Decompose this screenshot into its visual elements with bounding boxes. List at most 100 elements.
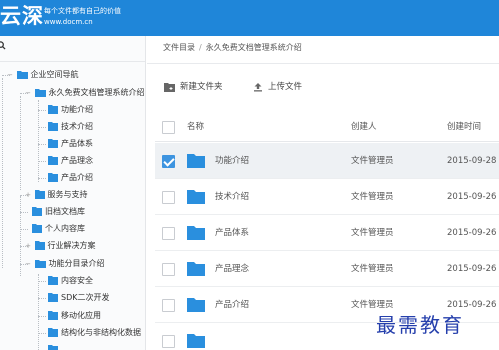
folder-icon bbox=[34, 241, 45, 250]
tree-item-archive-library[interactable]: 旧档文档库 bbox=[32, 204, 85, 220]
tree-item-feature-directory[interactable]: − 功能分目录介绍 bbox=[24, 256, 105, 272]
row-name[interactable]: 产品介绍 bbox=[215, 298, 249, 312]
tree-item-content-security[interactable]: 内容安全 bbox=[48, 273, 93, 289]
row-time: 2015-09-28 bbox=[447, 156, 497, 166]
expand-toggle-icon[interactable]: + bbox=[24, 187, 32, 203]
tree-item-label: 永久免费文档管理系统介绍 bbox=[48, 88, 145, 97]
row-checkbox[interactable] bbox=[162, 335, 175, 348]
collapse-toggle-icon[interactable]: − bbox=[24, 85, 32, 101]
tree-item-label: 产品理念 bbox=[61, 156, 93, 165]
folder-icon bbox=[48, 328, 58, 337]
tree-item-service-support[interactable]: + 服务与支持 bbox=[24, 187, 88, 203]
logo[interactable]: 云深 bbox=[0, 1, 44, 31]
sidebar: − 企业空间导航 − 永久免费文档管理系统介绍 功能介绍 技术介绍 产品体系 产… bbox=[0, 36, 146, 350]
row-name[interactable]: 产品体系 bbox=[215, 226, 249, 240]
tree-item-label: 移动化应用 bbox=[61, 311, 101, 320]
tree-item-label: 功能分目录介绍 bbox=[48, 259, 105, 268]
logo-tagline: 每个文件都有自己的价值 bbox=[44, 7, 121, 15]
folder-icon bbox=[34, 190, 45, 199]
folder-icon bbox=[187, 154, 205, 168]
row-name[interactable]: 功能介绍 bbox=[215, 154, 249, 168]
logo-url: www.docm.cn bbox=[44, 18, 93, 26]
tree-item-enterprise-nav[interactable]: − 企业空间导航 bbox=[6, 67, 79, 83]
search-icon[interactable] bbox=[0, 41, 6, 50]
new-folder-icon bbox=[164, 82, 175, 92]
tree-item-system-intro[interactable]: − 永久免费文档管理系统介绍 bbox=[24, 85, 145, 101]
top-bar: 云深 每个文件都有自己的价值 www.docm.cn bbox=[0, 0, 499, 36]
breadcrumb-current: 永久免费文档管理系统介绍 bbox=[205, 43, 302, 52]
table-row[interactable]: 产品理念 文件管理员 2015-09-26 bbox=[155, 251, 499, 287]
row-name[interactable]: 产品理念 bbox=[215, 262, 249, 276]
breadcrumb: 文件目录 / 永久免费文档管理系统介绍 bbox=[163, 43, 302, 52]
row-creator: 文件管理员 bbox=[351, 156, 394, 166]
expand-toggle-icon[interactable]: + bbox=[24, 238, 32, 254]
folder-icon bbox=[48, 276, 58, 285]
watermark: 最需教育 bbox=[376, 313, 464, 337]
tree-item-industry-solutions[interactable]: + 行业解决方案 bbox=[24, 238, 96, 254]
row-checkbox[interactable] bbox=[162, 191, 175, 204]
tree-item-label: 产品体系 bbox=[61, 139, 93, 148]
tree-item-label: SDK二次开发 bbox=[61, 293, 110, 302]
folder-icon bbox=[48, 173, 58, 182]
tree-item-product-intro[interactable]: 产品介绍 bbox=[48, 170, 93, 186]
sidebar-search[interactable] bbox=[0, 39, 145, 62]
row-creator: 文件管理员 bbox=[351, 264, 394, 274]
folder-icon bbox=[32, 224, 42, 233]
tree-item-label: 产品介绍 bbox=[61, 173, 93, 182]
folder-icon bbox=[48, 293, 58, 302]
main-panel: 文件目录 / 永久免费文档管理系统介绍 新建文件夹 上传文件 名称 创建人 创建时间… bbox=[147, 36, 499, 350]
upload-label: 上传文件 bbox=[268, 82, 303, 92]
tree-item-label: 功能介绍 bbox=[61, 105, 93, 114]
folder-icon bbox=[48, 139, 58, 148]
collapse-toggle-icon[interactable]: − bbox=[6, 67, 14, 83]
folder-icon bbox=[48, 156, 58, 165]
collapse-toggle-icon[interactable]: − bbox=[24, 256, 32, 272]
row-time: 2015-09-26 bbox=[447, 192, 497, 202]
tree-item-tech-intro[interactable]: 技术介绍 bbox=[48, 119, 93, 135]
upload-button[interactable]: 上传文件 bbox=[253, 80, 302, 94]
table-row[interactable]: 功能介绍 文件管理员 2015-09-28 bbox=[155, 143, 499, 179]
tree-item-structured-data[interactable]: 结构化与非结构化数据 bbox=[48, 325, 141, 341]
column-name[interactable]: 名称 bbox=[187, 120, 204, 134]
new-folder-label: 新建文件夹 bbox=[180, 82, 223, 92]
tree-item-label: 结构化与非结构化数据 bbox=[61, 328, 141, 337]
folder-icon bbox=[48, 345, 58, 350]
tree-item-mobile-apps[interactable]: 移动化应用 bbox=[48, 308, 101, 324]
tree-item-feature-intro[interactable]: 功能介绍 bbox=[48, 102, 93, 118]
row-creator: 文件管理员 bbox=[351, 192, 394, 202]
folder-open-icon bbox=[16, 71, 28, 79]
row-checkbox[interactable] bbox=[162, 155, 175, 168]
table-row[interactable]: 技术介绍 文件管理员 2015-09-26 bbox=[155, 179, 499, 215]
breadcrumb-root[interactable]: 文件目录 bbox=[163, 43, 195, 52]
tree-item-sdk-development[interactable]: SDK二次开发 bbox=[48, 290, 109, 306]
select-all-checkbox[interactable] bbox=[162, 121, 175, 134]
row-checkbox[interactable] bbox=[162, 299, 175, 312]
table-row[interactable]: 产品体系 文件管理员 2015-09-26 bbox=[155, 215, 499, 251]
new-folder-button[interactable]: 新建文件夹 bbox=[164, 80, 223, 94]
row-creator: 文件管理员 bbox=[351, 228, 394, 238]
tree-item-label: 内容安全 bbox=[61, 276, 93, 285]
tree-item-label: 个人内容库 bbox=[45, 224, 85, 233]
folder-icon bbox=[48, 105, 58, 114]
tree-item-label: 企业空间导航 bbox=[30, 70, 79, 79]
column-creator[interactable]: 创建人 bbox=[351, 120, 377, 134]
row-time: 2015-09-26 bbox=[447, 264, 497, 274]
row-checkbox[interactable] bbox=[162, 263, 175, 276]
tree-item-product-concept[interactable]: 产品理念 bbox=[48, 153, 93, 169]
upload-icon bbox=[254, 82, 262, 91]
tree-item-partial[interactable] bbox=[48, 342, 61, 350]
tree-item-personal-library[interactable]: 个人内容库 bbox=[32, 221, 85, 237]
folder-icon bbox=[187, 190, 205, 204]
folder-open-icon bbox=[34, 89, 46, 97]
row-time: 2015-09-26 bbox=[447, 228, 497, 238]
row-checkbox[interactable] bbox=[162, 227, 175, 240]
tree-item-product-system[interactable]: 产品体系 bbox=[48, 136, 93, 152]
column-created-time[interactable]: 创建时间 bbox=[447, 120, 481, 134]
tree-item-label: 旧档文档库 bbox=[45, 207, 85, 216]
tree-item-label: 行业解决方案 bbox=[47, 241, 96, 250]
tree-item-label: 服务与支持 bbox=[47, 190, 88, 199]
row-name[interactable]: 技术介绍 bbox=[215, 190, 249, 204]
folder-icon bbox=[48, 122, 58, 131]
table-header: 名称 创建人 创建时间 bbox=[155, 112, 499, 142]
folder-icon bbox=[48, 311, 58, 320]
